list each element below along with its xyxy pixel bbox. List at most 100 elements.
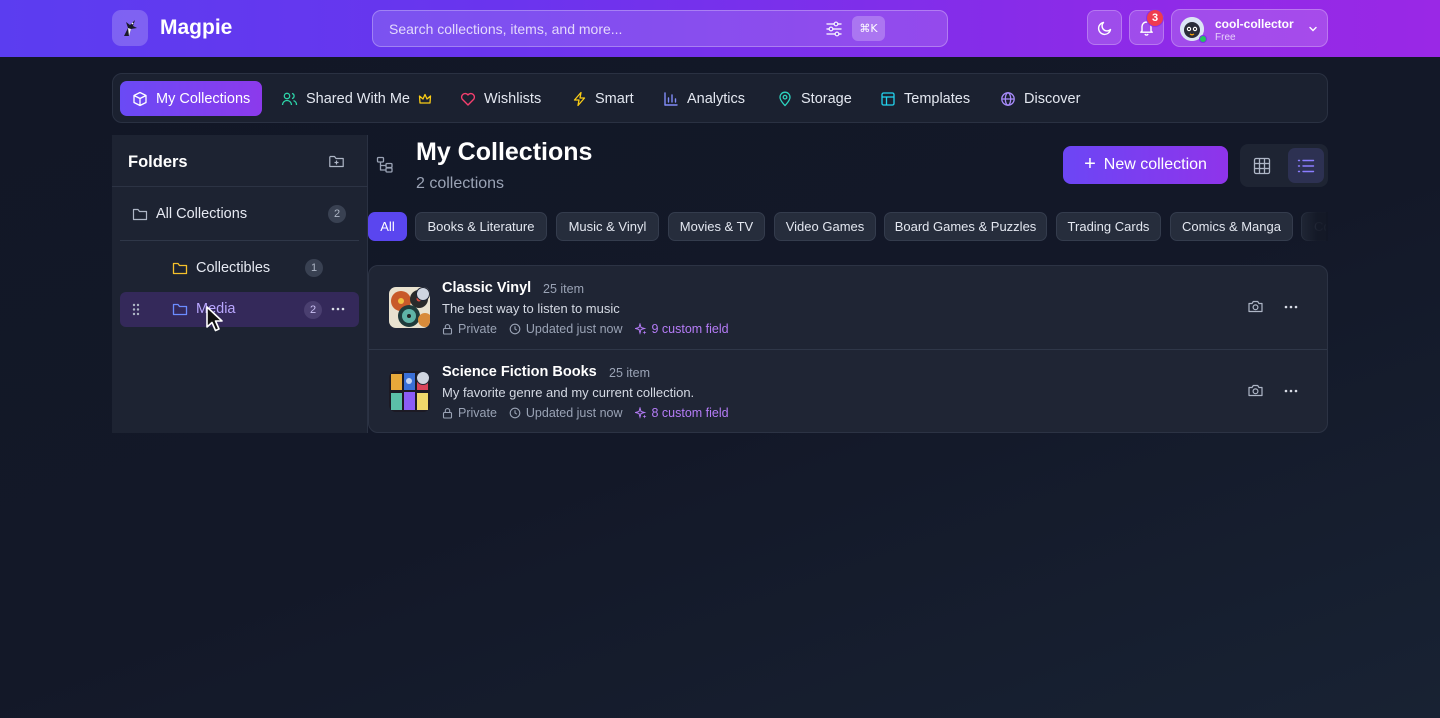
tab-label: Templates	[904, 90, 971, 107]
plus-icon: +	[1084, 152, 1096, 175]
folder-count: 2	[304, 301, 322, 319]
private-badge-icon	[416, 371, 430, 385]
search-placeholder: Search collections, items, and more...	[389, 21, 623, 37]
folder-label: All Collections	[156, 206, 248, 222]
grid-icon	[1253, 157, 1271, 174]
chip-scroll-fade	[1292, 212, 1328, 241]
custom-fields-info: 8 custom field	[634, 406, 729, 420]
more-options-icon[interactable]	[331, 307, 345, 311]
moon-icon	[1097, 21, 1111, 35]
folder-label: Collectibles	[196, 260, 271, 276]
lock-icon	[442, 408, 453, 419]
tab-label: Shared With Me	[306, 90, 410, 107]
tab-label: My Collections	[156, 90, 251, 107]
folder-count: 2	[328, 205, 346, 223]
chip-music-vinyl[interactable]: Music & Vinyl	[556, 212, 659, 241]
more-options-icon[interactable]	[1284, 389, 1298, 393]
cube-icon	[133, 91, 147, 106]
folders-title: Folders	[128, 153, 188, 171]
collections-list: Classic Vinyl 25 item The best way to li…	[368, 265, 1328, 433]
crown-icon	[418, 93, 432, 104]
search-input[interactable]: Search collections, items, and more... ⌘…	[372, 10, 948, 47]
camera-icon[interactable]	[1247, 299, 1264, 314]
user-name: cool-collector	[1215, 17, 1294, 31]
chip-books-literature[interactable]: Books & Literature	[415, 212, 547, 241]
folder-count: 1	[305, 259, 323, 277]
collection-item-count: 25 item	[543, 282, 584, 296]
magpie-bird-icon	[124, 20, 137, 36]
tab-smart[interactable]: Smart	[572, 81, 634, 116]
list-icon	[1297, 159, 1315, 172]
notification-badge: 3	[1146, 9, 1164, 27]
folder-all-collections[interactable]: All Collections 2	[120, 197, 352, 231]
heart-icon	[460, 92, 476, 106]
globe-icon	[1001, 91, 1015, 106]
collection-row[interactable]: Science Fiction Books 25 item My favorit…	[369, 349, 1327, 432]
collection-name: Science Fiction Books	[442, 364, 597, 380]
tab-label: Wishlists	[484, 90, 542, 107]
chip-board-games[interactable]: Board Games & Puzzles	[884, 212, 1047, 241]
chip-video-games[interactable]: Video Games	[774, 212, 876, 241]
clock-icon	[509, 407, 521, 419]
updated-label: Updated just now	[525, 406, 623, 420]
map-pin-icon	[779, 91, 791, 106]
updated-info: Updated just now	[509, 406, 623, 420]
chip-movies-tv[interactable]: Movies & TV	[668, 212, 765, 241]
shortcut-hint: ⌘K	[852, 16, 885, 41]
theme-toggle-button[interactable]	[1087, 10, 1122, 45]
camera-icon[interactable]	[1247, 383, 1264, 398]
updated-info: Updated just now	[509, 322, 623, 336]
tab-label: Analytics	[687, 90, 746, 107]
tab-templates[interactable]: Templates	[880, 81, 970, 116]
tab-shared-with-me[interactable]: Shared With Me	[281, 81, 432, 116]
collection-meta: Private Updated just now 8 custom field	[442, 405, 741, 421]
magpie-logo[interactable]	[112, 10, 148, 46]
collection-meta: Private Updated just now 9 custom field	[442, 321, 741, 337]
sliders-icon[interactable]	[825, 20, 843, 38]
new-collection-button[interactable]: + New collection	[1063, 146, 1228, 184]
category-filter: All Books & Literature Music & Vinyl Mov…	[368, 212, 1326, 241]
folder-icon	[132, 208, 148, 220]
sparkles-icon	[634, 323, 646, 335]
user-plan: Free	[1215, 32, 1236, 43]
privacy-label: Private	[458, 322, 497, 336]
new-folder-icon[interactable]	[328, 153, 345, 170]
tab-storage[interactable]: Storage	[777, 81, 852, 116]
page-title: My Collections	[416, 138, 593, 166]
collection-description: My favorite genre and my current collect…	[442, 385, 695, 400]
privacy-label: Private	[458, 406, 497, 420]
sidebar-toggle-icon[interactable]	[376, 156, 396, 174]
lock-icon	[442, 324, 453, 335]
tab-discover[interactable]: Discover	[1000, 81, 1080, 116]
user-menu[interactable]: cool-collector Free	[1171, 9, 1328, 47]
divider	[112, 186, 368, 187]
tab-my-collections[interactable]: My Collections	[120, 81, 263, 116]
folder-icon	[172, 303, 188, 316]
main-nav: My Collections Shared With Me Wishlists …	[112, 73, 1328, 123]
collection-name: Classic Vinyl	[442, 280, 532, 296]
folder-media[interactable]: Media 2	[120, 292, 359, 327]
top-header: Magpie Search collections, items, and mo…	[0, 0, 1440, 57]
online-indicator	[1199, 35, 1207, 43]
more-options-icon[interactable]	[1284, 305, 1298, 309]
grid-view-button[interactable]	[1244, 148, 1280, 183]
divider	[120, 240, 359, 241]
mouse-cursor-icon	[206, 306, 223, 332]
chip-trading-cards[interactable]: Trading Cards	[1056, 212, 1161, 241]
chip-all[interactable]: All	[368, 212, 407, 241]
brand-name: Magpie	[160, 16, 233, 39]
folders-sidebar: Folders All Collections 2 Collectibles 1…	[112, 135, 368, 433]
list-view-button[interactable]	[1288, 148, 1324, 183]
tab-analytics[interactable]: Analytics	[663, 81, 745, 116]
collection-row[interactable]: Classic Vinyl 25 item The best way to li…	[369, 266, 1327, 349]
private-badge-icon	[416, 287, 430, 301]
folder-collectibles[interactable]: Collectibles 1	[120, 251, 359, 285]
clock-icon	[509, 323, 521, 335]
users-icon	[281, 92, 298, 105]
tab-wishlists[interactable]: Wishlists	[460, 81, 541, 116]
drag-handle-icon[interactable]	[132, 303, 140, 316]
chip-comics-manga[interactable]: Comics & Manga	[1170, 212, 1293, 241]
collection-item-count: 25 item	[609, 366, 650, 380]
view-toggle	[1240, 144, 1328, 187]
privacy-info: Private	[442, 322, 497, 336]
